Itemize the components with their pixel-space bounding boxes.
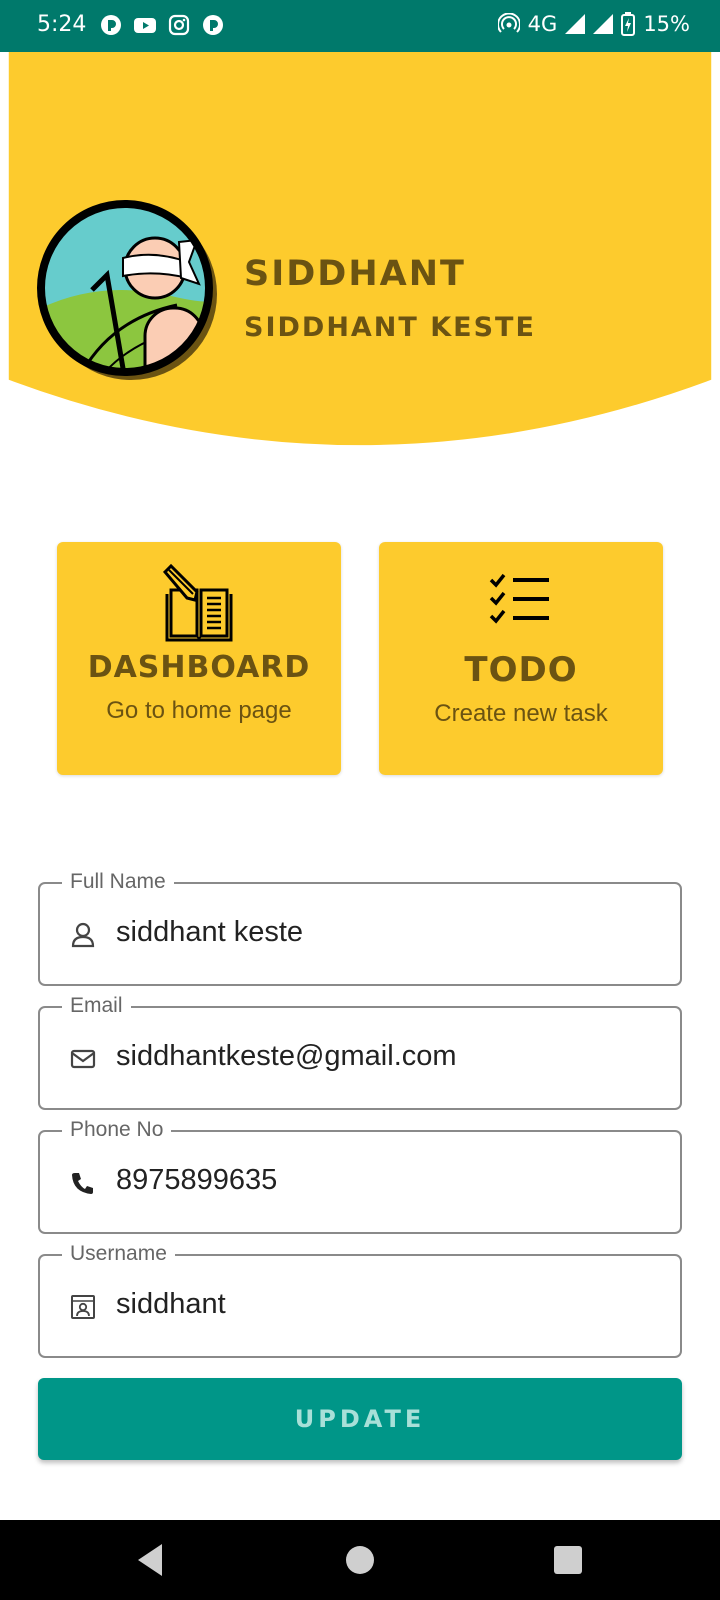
mail-icon	[70, 1049, 96, 1069]
home-icon[interactable]	[340, 1540, 380, 1580]
phone-field[interactable]: Phone No	[38, 1117, 682, 1234]
username-field[interactable]: Username	[38, 1241, 682, 1358]
back-icon[interactable]	[132, 1540, 172, 1580]
recents-icon[interactable]	[548, 1540, 588, 1580]
todo-title: TODO	[464, 650, 578, 690]
signal-icon	[593, 14, 614, 34]
hotspot-icon	[497, 13, 520, 33]
profile-full-name: SIDDHANT KESTE	[244, 312, 536, 343]
update-button[interactable]: UPDATE	[38, 1378, 682, 1460]
notification-icon	[203, 15, 223, 35]
status-right: 4G 15%	[497, 12, 690, 36]
profile-name: SIDDHANT	[244, 254, 466, 294]
youtube-icon	[134, 18, 156, 33]
todo-card[interactable]: TODO Create new task	[379, 542, 663, 775]
profile-screen: 5:24 4G 15% SIDDHANT SIDDHANT KESTE DASH…	[0, 0, 720, 1600]
full-name-input[interactable]	[116, 916, 656, 949]
full-name-field[interactable]: Full Name	[38, 869, 682, 986]
username-input[interactable]	[116, 1288, 656, 1321]
full-name-label: Full Name	[62, 869, 174, 895]
dashboard-title: DASHBOARD	[87, 650, 311, 685]
instagram-icon	[168, 14, 190, 36]
navigation-bar	[0, 1520, 720, 1600]
network-type: 4G	[527, 12, 558, 36]
battery-charging-icon	[621, 12, 636, 36]
id-card-icon	[71, 1295, 95, 1319]
status-time: 5:24	[37, 12, 87, 37]
notification-icon	[101, 15, 121, 35]
username-label: Username	[62, 1241, 175, 1267]
person-icon	[71, 922, 95, 948]
checklist-icon	[489, 573, 549, 624]
email-field[interactable]: Email	[38, 993, 682, 1110]
phone-icon	[72, 1173, 93, 1194]
notification-icons	[100, 14, 224, 36]
notebook-pencil-icon	[162, 563, 233, 642]
battery-level: 15%	[643, 12, 690, 36]
phone-input[interactable]	[116, 1164, 656, 1197]
dashboard-card[interactable]: DASHBOARD Go to home page	[57, 542, 341, 775]
signal-icon	[565, 14, 586, 34]
avatar[interactable]	[37, 200, 219, 382]
status-bar: 5:24 4G 15%	[0, 0, 720, 52]
phone-label: Phone No	[62, 1117, 172, 1143]
dashboard-subtitle: Go to home page	[106, 697, 292, 724]
email-input[interactable]	[116, 1040, 656, 1073]
email-label: Email	[62, 993, 131, 1019]
todo-subtitle: Create new task	[434, 700, 608, 727]
